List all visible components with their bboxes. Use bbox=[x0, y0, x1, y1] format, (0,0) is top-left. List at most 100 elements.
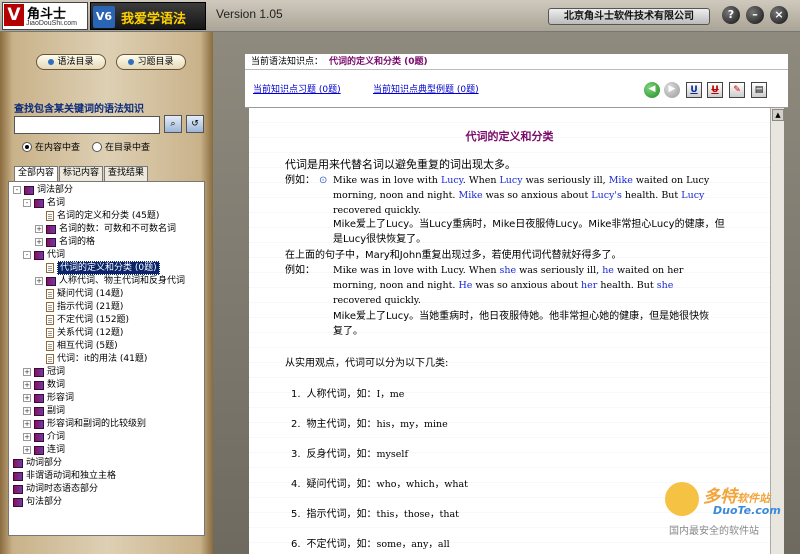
tree-node-label: 关系代词 (12题) bbox=[57, 328, 124, 338]
tree-node[interactable]: 非谓语动词和独立主格 bbox=[13, 470, 116, 482]
tree-node[interactable]: 句法部分 bbox=[13, 496, 62, 508]
clear-search-button[interactable]: ↺ bbox=[186, 115, 204, 133]
minimize-button[interactable]: – bbox=[746, 6, 764, 24]
logo-v-icon: V bbox=[4, 4, 24, 26]
book-icon bbox=[34, 367, 44, 377]
arrow-right-icon: ▶ bbox=[668, 84, 676, 94]
exercise-catalog-button[interactable]: 习题目录 bbox=[116, 54, 186, 70]
category-name: 不定代词，如： bbox=[306, 539, 377, 550]
remove-underline-button[interactable]: U bbox=[707, 82, 723, 98]
example-text: waited on Lucy bbox=[632, 175, 710, 186]
highlight-word: Lucy bbox=[681, 190, 705, 201]
example-text: health. But bbox=[597, 280, 657, 291]
tree-node[interactable]: 形容词 bbox=[34, 392, 74, 404]
scroll-up-icon[interactable]: ▲ bbox=[772, 109, 784, 121]
expand-icon[interactable]: + bbox=[23, 368, 31, 376]
close-button[interactable]: × bbox=[770, 6, 788, 24]
examples-link[interactable]: 当前知识点典型例题 (0题) bbox=[373, 82, 479, 95]
search-input[interactable] bbox=[14, 116, 160, 134]
tree-node[interactable]: 形容词和副词的比较级别 bbox=[34, 418, 146, 430]
tree-node[interactable]: 代词的定义和分类 (0题) bbox=[46, 261, 160, 275]
tree-node[interactable]: 代词：it的用法 (41题) bbox=[46, 353, 147, 365]
document-button[interactable]: ▤ bbox=[751, 82, 767, 98]
note-button[interactable]: ✎ bbox=[729, 82, 745, 98]
tree-node[interactable]: 冠词 bbox=[34, 366, 65, 378]
page-icon bbox=[46, 289, 54, 299]
tree-node[interactable]: 名词 bbox=[34, 197, 65, 209]
radio-search-catalog-label: 在目录中查 bbox=[105, 143, 151, 153]
tab-search-results[interactable]: 查找结果 bbox=[104, 166, 149, 181]
tree-node[interactable]: 代词 bbox=[34, 249, 65, 261]
watermark-face-icon bbox=[665, 482, 699, 516]
forward-button[interactable]: ▶ bbox=[664, 82, 680, 98]
radio-search-content[interactable]: 在内容中查 bbox=[22, 140, 80, 153]
tab-all-content[interactable]: 全部内容 bbox=[14, 166, 59, 181]
tree-node-label: 非谓语动词和独立主格 bbox=[26, 471, 117, 481]
tree-node-label: 词法部分 bbox=[37, 185, 74, 195]
expand-icon[interactable]: + bbox=[23, 446, 31, 454]
expand-icon[interactable]: + bbox=[23, 433, 31, 441]
radio-search-catalog[interactable]: 在目录中查 bbox=[92, 140, 150, 153]
underline-icon: U bbox=[690, 85, 698, 95]
category-name: 指示代词，如： bbox=[306, 509, 377, 520]
highlight-word: Lucy bbox=[499, 175, 523, 186]
expand-icon[interactable]: + bbox=[23, 420, 31, 428]
catalog-tree[interactable]: - 词法部分 - 名词 名词的定义和分类 (45题) + 名词的数：可数和不可数名词 + 名词的… bbox=[8, 181, 205, 536]
search-button[interactable]: ⌕ bbox=[164, 115, 182, 133]
tree-node[interactable]: 相互代词 (5题) bbox=[46, 340, 118, 352]
watermark: 多特软件站 DuoTe.com 国内最安全的软件站 bbox=[661, 478, 796, 540]
back-button[interactable]: ◀ bbox=[644, 82, 660, 98]
tree-node[interactable]: 人称代词、物主代词和反身代词 bbox=[46, 275, 185, 287]
note-icon: ✎ bbox=[733, 85, 741, 95]
category-num: 1. bbox=[291, 389, 301, 400]
tree-node-label: 数词 bbox=[47, 380, 66, 390]
knowledge-value: 代词的定义和分类 (0题) bbox=[329, 57, 428, 67]
grammar-catalog-button[interactable]: 语法目录 bbox=[36, 54, 106, 70]
highlight-word: she bbox=[656, 280, 674, 291]
book-icon bbox=[46, 276, 56, 286]
tree-node-label: 名词 bbox=[47, 198, 66, 208]
radio-checked-icon bbox=[22, 141, 32, 152]
tree-node[interactable]: 疑问代词 (14题) bbox=[46, 288, 123, 300]
category-num: 3. bbox=[291, 449, 301, 460]
underline-button[interactable]: U bbox=[686, 82, 702, 98]
example-text: was seriously ill, bbox=[522, 175, 609, 186]
collapse-icon[interactable]: - bbox=[13, 186, 21, 194]
exercises-link[interactable]: 当前知识点习题 (0题) bbox=[253, 82, 341, 95]
book-icon bbox=[13, 458, 23, 468]
tree-node[interactable]: 词法部分 bbox=[24, 184, 73, 196]
tree-node[interactable]: 动词部分 bbox=[13, 457, 62, 469]
tree-node[interactable]: 名词的定义和分类 (45题) bbox=[46, 210, 159, 222]
expand-icon[interactable]: + bbox=[35, 277, 43, 285]
collapse-icon[interactable]: - bbox=[23, 199, 31, 207]
remove-underline-icon: U bbox=[711, 85, 719, 95]
tree-node-label: 冠词 bbox=[47, 367, 66, 377]
tree-node[interactable]: 指示代词 (21题) bbox=[46, 301, 123, 313]
tab-marked-content[interactable]: 标记内容 bbox=[59, 166, 104, 181]
category-num: 4. bbox=[291, 479, 301, 490]
tree-node[interactable]: 动词时态语态部分 bbox=[13, 483, 98, 495]
tree-node-label: 代词 bbox=[47, 250, 66, 260]
expand-icon[interactable]: + bbox=[23, 394, 31, 402]
tree-node[interactable]: 副词 bbox=[34, 405, 65, 417]
expand-icon[interactable]: + bbox=[23, 407, 31, 415]
collapse-icon[interactable]: - bbox=[23, 251, 31, 259]
expand-icon[interactable]: + bbox=[35, 225, 43, 233]
expand-icon[interactable]: + bbox=[35, 238, 43, 246]
category-item: 4. 疑问代词，如：who，which，what bbox=[291, 478, 468, 492]
title-bar: V 角斗士 JiaoDouShi.com V6 我爱学语法 Version 1.… bbox=[0, 0, 800, 32]
tree-node[interactable]: 名词的数：可数和不可数名词 bbox=[46, 223, 176, 235]
tree-node[interactable]: 数词 bbox=[34, 379, 65, 391]
tree-node[interactable]: 介词 bbox=[34, 431, 65, 443]
tree-node[interactable]: 关系代词 (12题) bbox=[46, 327, 123, 339]
sidebar-tabs: 全部内容 标记内容 查找结果 bbox=[14, 166, 149, 181]
tree-node[interactable]: 连词 bbox=[34, 444, 65, 456]
tree-node[interactable]: 不定代词 (152题) bbox=[46, 314, 129, 326]
tree-node[interactable]: 名词的格 bbox=[46, 236, 95, 248]
tree-node-label: 形容词和副词的比较级别 bbox=[47, 419, 147, 429]
radio-search-content-label: 在内容中查 bbox=[35, 143, 81, 153]
expand-icon[interactable]: + bbox=[23, 381, 31, 389]
company-name: 北京角斗士软件技术有限公司 bbox=[548, 8, 710, 25]
example-1-cn-2: 是Lucy很快恢复了。 bbox=[333, 234, 427, 245]
help-button[interactable]: ? bbox=[722, 6, 740, 24]
